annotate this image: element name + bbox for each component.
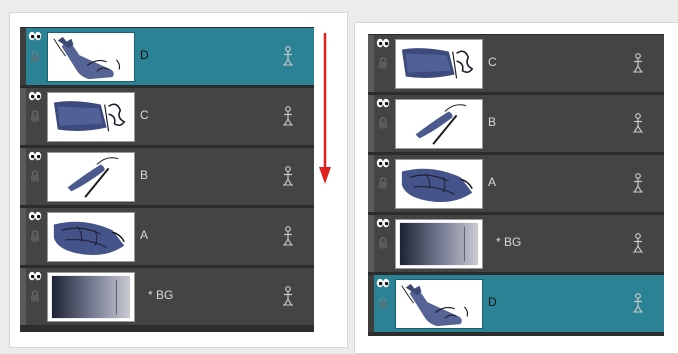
- layer-gutter: [368, 155, 374, 212]
- lock-icon[interactable]: [30, 110, 40, 122]
- lock-icon[interactable]: [30, 290, 40, 302]
- layer-row[interactable]: B: [20, 147, 314, 206]
- layer-thumbnail: [395, 159, 483, 209]
- layer-thumbnail: [47, 92, 135, 142]
- arrow-down-icon: [319, 33, 331, 184]
- layer-row[interactable]: C: [20, 87, 314, 146]
- layer-name: * BG: [148, 288, 174, 302]
- eye-icon[interactable]: [376, 218, 390, 228]
- layer-row[interactable]: * BG: [20, 267, 314, 326]
- lock-icon[interactable]: [378, 57, 388, 69]
- layer-gutter: [20, 208, 26, 265]
- peg-icon[interactable]: [282, 226, 294, 246]
- layer-gutter: [368, 215, 374, 272]
- layer-row[interactable]: B: [368, 94, 664, 153]
- peg-icon[interactable]: [282, 106, 294, 126]
- layer-name: A: [140, 228, 149, 242]
- eye-icon[interactable]: [28, 91, 42, 101]
- eye-icon[interactable]: [376, 38, 390, 48]
- layer-gutter: [368, 275, 374, 332]
- layer-thumbnail: [47, 152, 135, 202]
- eye-icon[interactable]: [28, 151, 42, 161]
- before-layer-list: D C B A * BG: [20, 27, 314, 332]
- peg-icon[interactable]: [632, 113, 644, 133]
- layer-gutter: [368, 35, 374, 92]
- peg-icon[interactable]: [282, 286, 294, 306]
- lock-icon[interactable]: [378, 117, 388, 129]
- layer-thumbnail: [395, 99, 483, 149]
- layer-row[interactable]: D: [20, 27, 314, 86]
- layer-thumbnail: [395, 279, 483, 329]
- eye-icon[interactable]: [28, 211, 42, 221]
- lock-icon[interactable]: [30, 170, 40, 182]
- layer-name: C: [488, 55, 497, 69]
- layer-thumbnail: [395, 39, 483, 89]
- eye-icon[interactable]: [376, 98, 390, 108]
- lock-icon[interactable]: [378, 297, 388, 309]
- layer-row[interactable]: A: [20, 207, 314, 266]
- lock-icon[interactable]: [30, 230, 40, 242]
- layer-name: C: [140, 108, 149, 122]
- layer-name: B: [140, 168, 149, 182]
- peg-icon[interactable]: [282, 46, 294, 66]
- layer-row[interactable]: A: [368, 154, 664, 213]
- layer-name: D: [488, 295, 497, 309]
- layer-thumbnail: [395, 219, 483, 269]
- layer-gutter: [20, 28, 26, 85]
- lock-icon[interactable]: [378, 177, 388, 189]
- peg-icon[interactable]: [632, 173, 644, 193]
- layer-name: * BG: [496, 235, 522, 249]
- lock-icon[interactable]: [378, 237, 388, 249]
- layer-name: B: [488, 115, 497, 129]
- lock-icon[interactable]: [30, 50, 40, 62]
- layer-gutter: [20, 148, 26, 205]
- layer-thumbnail: [47, 212, 135, 262]
- layer-thumbnail: [47, 32, 135, 82]
- eye-icon[interactable]: [376, 278, 390, 288]
- layer-row[interactable]: * BG: [368, 214, 664, 273]
- after-layer-list: C B A * BG D: [368, 34, 664, 336]
- layer-thumbnail: [47, 272, 135, 322]
- peg-icon[interactable]: [632, 233, 644, 253]
- layer-row[interactable]: C: [368, 34, 664, 93]
- layer-name: A: [488, 175, 497, 189]
- layer-row[interactable]: D: [368, 274, 664, 333]
- layer-gutter: [368, 95, 374, 152]
- layer-name: D: [140, 48, 149, 62]
- layer-gutter: [20, 88, 26, 145]
- layer-gutter: [20, 268, 26, 325]
- eye-icon[interactable]: [28, 271, 42, 281]
- peg-icon[interactable]: [282, 166, 294, 186]
- peg-icon[interactable]: [632, 53, 644, 73]
- peg-icon[interactable]: [632, 293, 644, 313]
- eye-icon[interactable]: [28, 31, 42, 41]
- eye-icon[interactable]: [376, 158, 390, 168]
